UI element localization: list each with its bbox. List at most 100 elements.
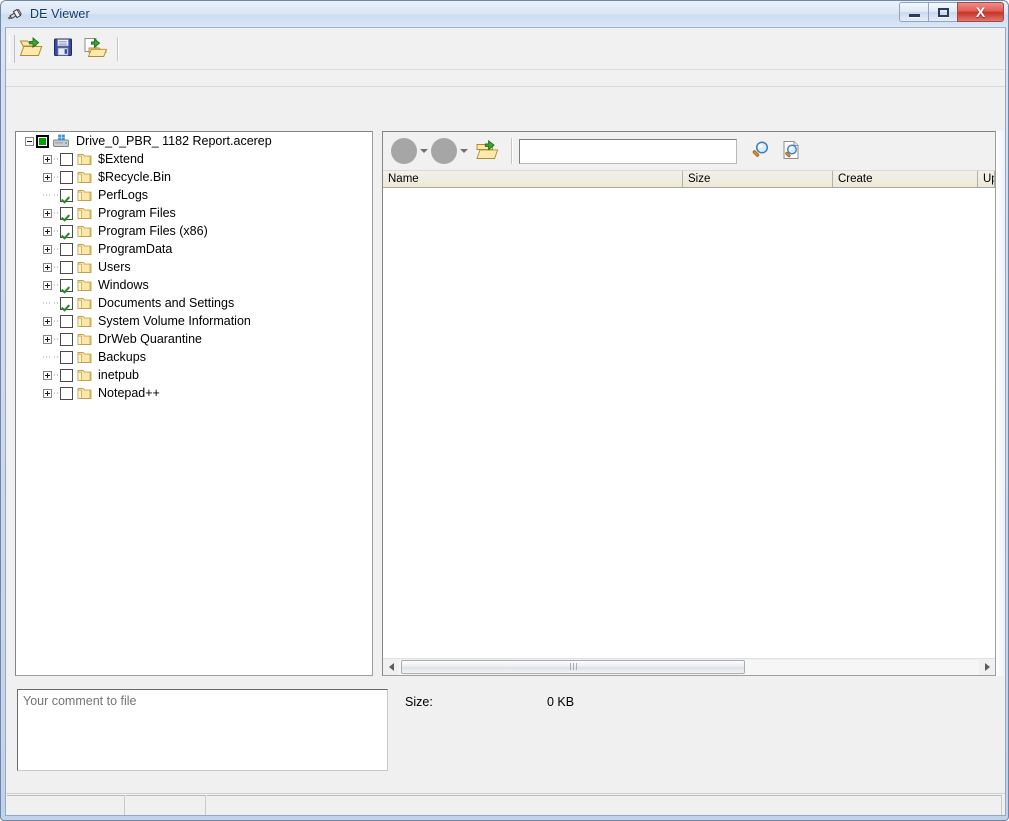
search-input[interactable] [519,139,737,164]
tree-checkbox[interactable] [60,387,73,400]
tree-checkbox[interactable] [60,279,73,292]
folder-icon [77,296,93,310]
scrollbar-thumb[interactable] [401,660,745,674]
plus-icon [43,245,52,254]
minus-icon [25,137,34,146]
tree-expander[interactable] [40,258,54,276]
export-folder-icon [475,139,499,164]
open-file-button[interactable] [16,34,46,64]
folder-tree-panel[interactable]: Drive_0_PBR_ 1182 Report.acerep $Extend$… [15,131,373,676]
filter-button[interactable] [391,138,417,164]
tree-checkbox[interactable] [60,153,73,166]
folder-icon [77,242,93,256]
folder-icon [77,350,93,364]
tree-expander[interactable] [40,384,54,402]
comment-input[interactable] [17,689,388,771]
tree-item[interactable]: Program Files (x86) [16,222,372,240]
plus-icon [43,209,52,218]
tree-item-label: Notepad++ [98,384,160,402]
tree-item-label: DrWeb Quarantine [98,330,202,348]
tree-item[interactable]: inetpub [16,366,372,384]
tree-expander[interactable] [40,330,54,348]
scroll-right-button[interactable] [979,659,995,675]
plus-icon [43,155,52,164]
file-list-body[interactable] [383,188,995,659]
tree-expander[interactable] [40,222,54,240]
tree-checkbox[interactable] [60,189,73,202]
search-in-file-button[interactable] [776,136,806,166]
minimize-button[interactable] [899,2,928,22]
column-header[interactable]: Create [833,171,978,187]
filter-dropdown-arrow-2[interactable] [457,138,471,164]
chevron-down-icon [460,149,468,153]
tree-item[interactable]: Program Files [16,204,372,222]
tree-expander[interactable] [40,312,54,330]
title-bar[interactable]: DE Viewer X [1,1,1008,27]
tree-expander[interactable] [40,366,54,384]
search-button[interactable] [746,136,776,166]
tree-item-label: Documents and Settings [98,294,234,312]
column-header[interactable]: Up [978,171,995,187]
tree-item[interactable]: DrWeb Quarantine [16,330,372,348]
tree-checkbox[interactable] [60,261,73,274]
tree-expander-root[interactable] [22,132,36,150]
window-controls: X [899,2,1004,22]
tree-children: $Extend$Recycle.BinPerfLogsProgram Files… [16,150,372,402]
scroll-left-button[interactable] [383,659,399,675]
tree-expander[interactable] [40,150,54,168]
export-button[interactable] [80,34,110,64]
filter-dropdown-arrow[interactable] [417,138,431,164]
tree-checkbox[interactable] [60,351,73,364]
tree-checkbox[interactable] [60,297,73,310]
application-window: DE Viewer X [0,0,1009,821]
tree-checkbox[interactable] [60,333,73,346]
tree-expander[interactable] [40,240,54,258]
tree-expander[interactable] [40,204,54,222]
file-list-column-header[interactable]: NameSizeCreateUp [383,171,995,188]
file-list-toolbar [383,132,995,171]
minimize-icon [909,14,920,17]
tree-expander[interactable] [40,168,54,186]
tree-item[interactable]: Users [16,258,372,276]
scrollbar-track[interactable] [399,660,979,675]
chevron-down-icon [420,149,428,153]
tree-item[interactable]: Windows [16,276,372,294]
tree-checkbox[interactable] [60,315,73,328]
close-icon: X [976,5,985,19]
size-value: 0 KB [547,695,574,709]
tree-item[interactable]: PerfLogs [16,186,372,204]
tree-checkbox[interactable] [60,225,73,238]
tree-expander[interactable] [40,276,54,294]
plus-icon [43,281,52,290]
save-button[interactable] [48,34,78,64]
tree-checkbox[interactable] [60,207,73,220]
tree-checkbox-root[interactable] [36,135,49,148]
tree-item[interactable]: $Extend [16,150,372,168]
tree-item[interactable]: Backups [16,348,372,366]
tree-item[interactable]: System Volume Information [16,312,372,330]
folder-icon [77,170,93,184]
tree-item[interactable]: ProgramData [16,240,372,258]
tree-checkbox[interactable] [60,243,73,256]
tree-checkbox[interactable] [60,171,73,184]
tree-item-label: Program Files [98,204,176,222]
file-list-panel[interactable]: NameSizeCreateUp [382,131,996,676]
tree-item-label: $Extend [98,150,144,168]
column-header[interactable]: Name [383,171,683,187]
tree-item[interactable]: Documents and Settings [16,294,372,312]
toolbar-grip[interactable] [9,35,15,63]
tree-root-item[interactable]: Drive_0_PBR_ 1182 Report.acerep [16,132,372,150]
column-header[interactable]: Size [683,171,833,187]
horizontal-scrollbar[interactable] [383,658,995,675]
client-area: Drive_0_PBR_ 1182 Report.acerep $Extend$… [5,27,1006,816]
tree-root-label: Drive_0_PBR_ 1182 Report.acerep [76,132,272,150]
tree-item-label: Program Files (x86) [98,222,208,240]
tree-item[interactable]: Notepad++ [16,384,372,402]
tree-item[interactable]: $Recycle.Bin [16,168,372,186]
maximize-button[interactable] [928,2,957,22]
toolbar-separator [117,37,119,61]
list-export-button[interactable] [472,136,502,166]
filter-button-2[interactable] [431,138,457,164]
close-button[interactable]: X [957,2,1004,22]
tree-checkbox[interactable] [60,369,73,382]
